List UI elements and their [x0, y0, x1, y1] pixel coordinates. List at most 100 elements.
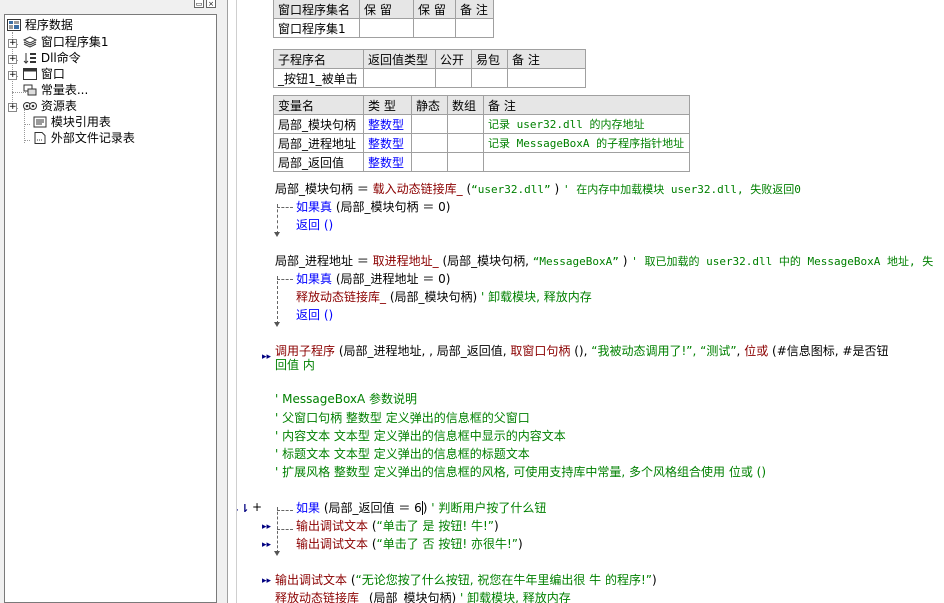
- table-header: 数组: [447, 95, 484, 115]
- code-text: 输出调试文本: [296, 519, 369, 533]
- code-comment[interactable]: ' MessageBoxA 参数说明: [275, 390, 417, 408]
- table-cell[interactable]: 记录 user32.dll 的内存地址: [483, 114, 690, 134]
- code-text: 释放动态链接库_: [296, 290, 387, 304]
- table-cell[interactable]: 记录 MessageBoxA 的子程序指针地址: [483, 133, 690, 153]
- code-text: 载入动态链接库_: [372, 182, 463, 196]
- tree-item-label: 常量表...: [40, 83, 89, 97]
- code-text: 取窗口句柄: [510, 344, 571, 358]
- resource-icon: [23, 102, 37, 110]
- tree-item-label: 窗口程序集1: [40, 35, 109, 49]
- code-line[interactable]: 回值 内: [275, 356, 315, 374]
- code-line[interactable]: 输出调试文本 (“无论您按了什么按钮, 祝您在牛年里编出很 牛 的程序!”): [275, 571, 657, 589]
- table-cell[interactable]: [413, 18, 456, 38]
- table-cell[interactable]: 整数型: [363, 114, 412, 134]
- breakpoint-icon[interactable]: ▸▸: [262, 352, 271, 362]
- code-text: 局部_进程地址 ＝: [275, 254, 373, 268]
- table-cell[interactable]: [435, 68, 472, 88]
- table-cell[interactable]: [411, 133, 448, 153]
- code-text: (局部_进程地址 ＝ 0): [332, 272, 451, 286]
- flow-line: [277, 204, 278, 234]
- flow-line: [277, 207, 293, 208]
- table-cell[interactable]: [483, 152, 690, 172]
- tree-item-resources[interactable]: 资源表: [23, 98, 77, 114]
- tree-root-label: 程序数据: [24, 18, 73, 32]
- tree-item-label: 模块引用表: [50, 115, 111, 129]
- breakpoint-icon[interactable]: ▸▸: [262, 522, 271, 532]
- constant-icon: [23, 84, 37, 96]
- table-cell[interactable]: [363, 68, 436, 88]
- table-cell[interactable]: 窗口程序集1: [273, 18, 360, 38]
- table-cell[interactable]: [359, 18, 414, 38]
- flow-arrow-icon: [274, 322, 280, 327]
- flow-line: [277, 507, 278, 553]
- table-cell[interactable]: [455, 18, 494, 38]
- table-cell[interactable]: 局部_进程地址: [273, 133, 364, 153]
- expand-icon[interactable]: +: [8, 103, 17, 112]
- code-line[interactable]: 返回 (): [296, 306, 333, 324]
- code-text: ): [550, 182, 563, 196]
- code-text: (: [347, 573, 356, 587]
- expand-icon[interactable]: +: [8, 39, 17, 48]
- table-cell[interactable]: 整数型: [363, 133, 412, 153]
- close-icon[interactable]: ×: [206, 0, 216, 8]
- tree-item-modules[interactable]: 模块引用表: [33, 114, 111, 130]
- table-cell[interactable]: [447, 114, 484, 134]
- code-text: “单击了 否 按钮! 亦很牛!”: [376, 537, 519, 551]
- code-line[interactable]: 如果真 (局部_进程地址 ＝ 0): [296, 270, 450, 288]
- table-cell[interactable]: 局部_返回值: [273, 152, 364, 172]
- code-line[interactable]: 释放动态链接库_ (局部_模块句柄) ' 卸载模块, 释放内存: [275, 589, 571, 603]
- breakpoint-icon[interactable]: ▸▸: [262, 540, 271, 550]
- table-cell[interactable]: [447, 152, 484, 172]
- code-line[interactable]: 如果真 (局部_模块句柄 ＝ 0): [296, 198, 450, 216]
- table-cell[interactable]: 局部_模块句柄: [273, 114, 364, 134]
- tree-item-external-files[interactable]: 外部文件记录表: [33, 130, 135, 146]
- restore-icon[interactable]: ▭: [194, 0, 204, 8]
- code-text: “MessageBoxA”: [532, 255, 619, 268]
- code-comment[interactable]: ' 内容文本 文本型 定义弹出的信息框中显示的内容文本: [275, 427, 566, 445]
- code-line[interactable]: 局部_模块句柄 ＝ 载入动态链接库_ (“user32.dll” ) ' 在内存…: [275, 180, 801, 198]
- table-cell[interactable]: [411, 114, 448, 134]
- tree-item-dll[interactable]: Dll命令: [23, 50, 81, 66]
- code-comment[interactable]: ' 标题文本 文本型 定义弹出的信息框的标题文本: [275, 445, 530, 463]
- code-text: (局部_返回值 ＝ 6: [320, 501, 422, 515]
- assembly-table: 窗口程序集名 保 留 保 留 备 注 窗口程序集1: [273, 0, 494, 38]
- code-editor[interactable]: 窗口程序集名 保 留 保 留 备 注 窗口程序集1 子程序名 返回值类型 公开 …: [237, 0, 944, 603]
- breakpoint-icon[interactable]: ▸▸: [262, 576, 271, 586]
- code-text: (局部_模块句柄,: [438, 254, 533, 268]
- insert-marker[interactable]: +: [252, 498, 262, 516]
- code-comment[interactable]: ' 扩展风格 整数型 定义弹出的信息框的风格, 可使用支持库中常量, 多个风格组…: [275, 463, 766, 481]
- project-tree[interactable]: 程序数据 + 窗口程序集1 + Dll命令 + 窗口 常量表... + 资源表 …: [4, 14, 217, 603]
- tree-item-assembly[interactable]: 窗口程序集1: [22, 34, 109, 50]
- expand-icon[interactable]: +: [8, 55, 17, 64]
- code-comment[interactable]: ' 父窗口句柄 整数型 定义弹出的信息框的父窗口: [275, 409, 530, 427]
- table-cell[interactable]: [471, 68, 508, 88]
- tree-root[interactable]: 程序数据: [7, 17, 73, 33]
- expand-icon[interactable]: +: [8, 71, 17, 80]
- code-text: (局部_模块句柄 ＝ 0): [332, 200, 451, 214]
- code-text: “我被动态调用了!”, “测试”: [591, 344, 737, 358]
- table-header: 变量名: [273, 95, 364, 115]
- code-text: (: [368, 519, 377, 533]
- code-line[interactable]: 调用子程序 (局部_进程地址, , 局部_返回值, 取窗口句柄 (), “我被动…: [275, 342, 888, 360]
- code-line[interactable]: 如果 (局部_返回值 ＝ 6) ' 判断用户按了什么钮: [296, 499, 546, 517]
- table-cell[interactable]: _按钮1_被单击: [273, 68, 364, 88]
- tree-item-constants[interactable]: 常量表...: [23, 82, 88, 98]
- table-cell[interactable]: [411, 152, 448, 172]
- table-cell[interactable]: 整数型: [363, 152, 412, 172]
- code-keyword: 如果真: [296, 272, 333, 286]
- tree-item-window[interactable]: 窗口: [23, 66, 65, 82]
- code-line[interactable]: 局部_进程地址 ＝ 取进程地址_ (局部_模块句柄, “MessageBoxA”…: [275, 252, 933, 270]
- code-line[interactable]: 释放动态链接库_ (局部_模块句柄) ' 卸载模块, 释放内存: [296, 288, 592, 306]
- code-comment: ' 标题文本 文本型 定义弹出的信息框的标题文本: [275, 447, 530, 461]
- code-line[interactable]: 输出调试文本 (“单击了 是 按钮! 牛!”): [296, 517, 499, 535]
- table-cell[interactable]: [447, 133, 484, 153]
- gutter: [228, 0, 237, 603]
- flow-switch-icon[interactable]: ⇂⇂: [237, 502, 249, 515]
- layers-icon: [22, 36, 38, 48]
- table-header: 窗口程序集名: [273, 0, 360, 19]
- code-text: “单击了 是 按钮! 牛!”: [376, 519, 495, 533]
- code-line[interactable]: 输出调试文本 (“单击了 否 按钮! 亦很牛!”): [296, 535, 523, 553]
- code-line[interactable]: 返回 (): [296, 216, 333, 234]
- table-cell[interactable]: [507, 68, 586, 88]
- code-comment: ' 扩展风格 整数型 定义弹出的信息框的风格, 可使用支持库中常量, 多个风格组…: [275, 465, 766, 479]
